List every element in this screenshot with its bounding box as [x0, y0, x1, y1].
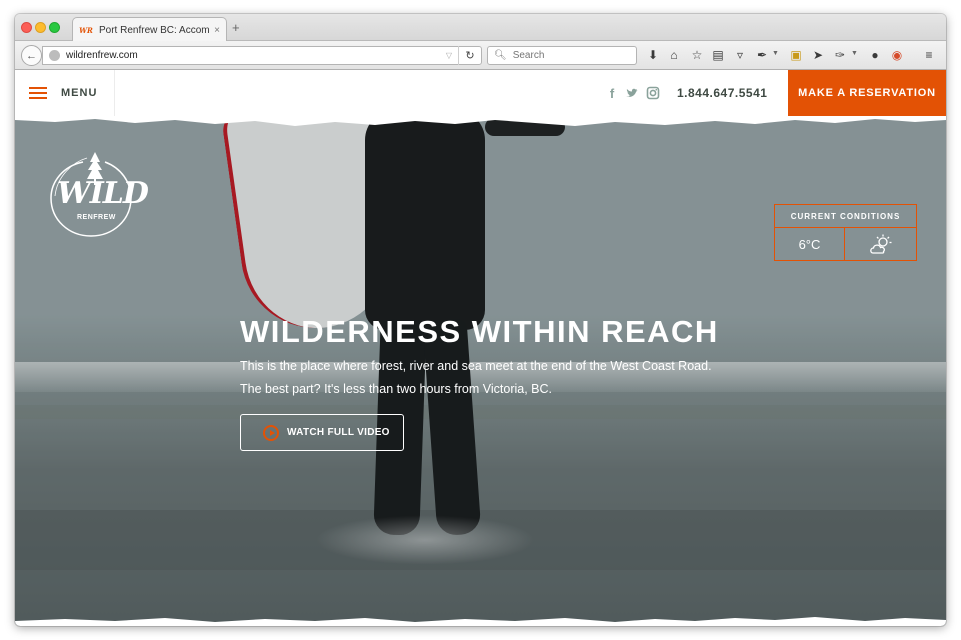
conditions-title: CURRENT CONDITIONS	[775, 205, 916, 228]
search-icon: 🔍︎	[494, 50, 507, 61]
notes-icon[interactable]: ▣	[789, 48, 803, 62]
logo-subtitle: RENFREW	[77, 214, 116, 221]
extension2-dropdown-icon[interactable]: ▼	[851, 50, 858, 57]
hero-headline: WILDERNESS WITHIN REACH	[240, 314, 719, 349]
reading-list-icon[interactable]: ▤	[711, 48, 725, 62]
chrome-color-icon[interactable]: ◉	[890, 48, 904, 62]
send-icon[interactable]: ➤	[811, 48, 825, 62]
download-icon[interactable]: ⬇	[646, 48, 660, 62]
extension-dropdown-icon[interactable]: ▼	[772, 50, 779, 57]
temperature-value: 6°C	[775, 228, 845, 261]
search-input[interactable]	[512, 50, 623, 61]
url-text[interactable]: wildrenfrew.com	[66, 50, 446, 61]
torn-edge-top	[15, 114, 946, 126]
tab-bar: WR Port Renfrew BC: Accomm... × +	[15, 14, 946, 42]
hero-subtext-line2: The best part? It's less than two hours …	[240, 382, 553, 396]
globe-icon	[49, 50, 60, 61]
make-reservation-button[interactable]: MAKE A RESERVATION	[788, 70, 946, 116]
back-arrow-icon: ←	[26, 49, 37, 62]
active-tab[interactable]: WR Port Renfrew BC: Accomm... ×	[72, 17, 227, 42]
menu-button[interactable]: MENU	[15, 70, 115, 116]
maximize-window-button[interactable]	[49, 22, 60, 33]
extension2-icon[interactable]: ✑	[833, 48, 847, 62]
logo-wordmark: WILD	[57, 176, 149, 211]
tab-title: Port Renfrew BC: Accomm...	[99, 24, 210, 36]
tab-close-icon[interactable]: ×	[214, 25, 220, 36]
hamburger-menu-icon[interactable]: ≡	[922, 48, 936, 62]
address-bar[interactable]: wildrenfrew.com ▽ ↻	[42, 46, 482, 65]
pocket-icon[interactable]: ▿	[733, 48, 747, 62]
menu-label: MENU	[61, 87, 98, 99]
close-window-button[interactable]	[21, 22, 32, 33]
watch-full-video-button[interactable]: WATCH FULL VIDEO	[240, 414, 404, 451]
new-tab-button[interactable]: +	[232, 21, 240, 34]
partly-cloudy-icon	[845, 228, 916, 261]
phone-number-link[interactable]: 1.844.647.5541	[677, 86, 767, 100]
url-dropdown-icon[interactable]: ▽	[446, 51, 452, 60]
play-icon	[263, 424, 279, 441]
back-button[interactable]: ←	[21, 45, 42, 66]
site-header: MENU f 1.844.647.5541 MAKE A RESERVATION	[15, 70, 946, 116]
bookmark-star-icon[interactable]: ☆	[690, 48, 704, 62]
current-conditions-widget: CURRENT CONDITIONS 6°C	[774, 204, 917, 261]
torn-edge-bottom	[15, 617, 946, 626]
chat-icon[interactable]: ●	[868, 48, 882, 62]
conditions-row: 6°C	[775, 228, 916, 261]
hamburger-icon	[29, 86, 47, 100]
hero-subtext-line1: This is the place where forest, river an…	[240, 359, 712, 373]
search-bar[interactable]: 🔍︎	[487, 46, 637, 65]
site-favicon-icon: WR	[79, 25, 93, 35]
twitter-icon[interactable]	[625, 86, 639, 100]
facebook-icon[interactable]: f	[605, 86, 619, 101]
reload-icon[interactable]: ↻	[459, 49, 481, 62]
wild-renfrew-logo[interactable]: WILD RENFREW	[43, 150, 149, 240]
browser-window: WR Port Renfrew BC: Accomm... × + ← wild…	[15, 14, 946, 626]
minimize-window-button[interactable]	[35, 22, 46, 33]
instagram-icon[interactable]	[646, 86, 660, 100]
extension-icon[interactable]: ✒	[755, 48, 769, 62]
page-viewport: MENU f 1.844.647.5541 MAKE A RESERVATION	[15, 70, 946, 626]
home-icon[interactable]: ⌂	[667, 48, 681, 62]
navigation-bar: ← wildrenfrew.com ▽ ↻ 🔍︎ ⬇ ⌂ ☆ ▤ ▿ ✒ ▼ ▣…	[15, 41, 946, 70]
watch-video-label: WATCH FULL VIDEO	[287, 427, 390, 438]
